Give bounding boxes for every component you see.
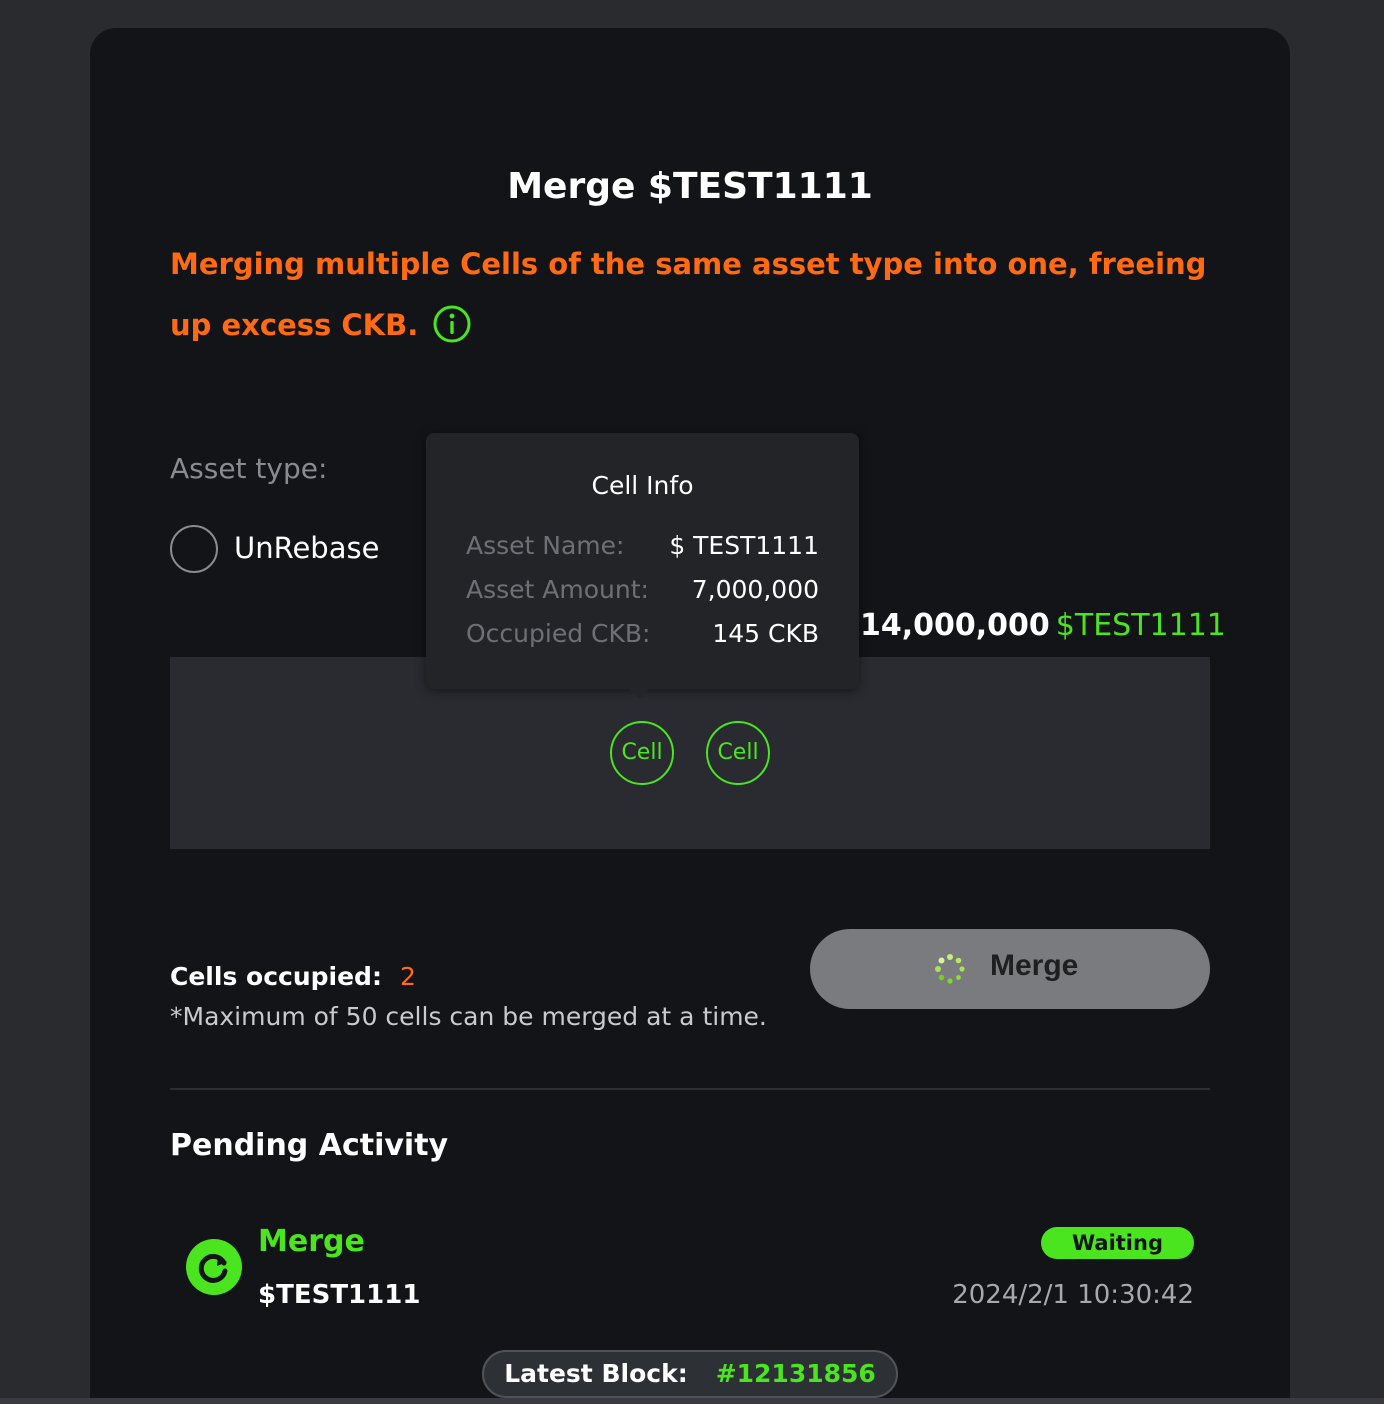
cells-occupied: Cells occupied: 2 <box>170 962 416 991</box>
tooltip-value: $ TEST1111 <box>669 531 819 560</box>
merge-panel: Merge $TEST1111 Merging multiple Cells o… <box>90 28 1290 1404</box>
merge-button-label: Merge <box>990 949 1079 982</box>
merge-button[interactable]: Merge <box>810 929 1210 1009</box>
activity-asset: $TEST1111 <box>258 1280 421 1310</box>
page-title: Merge $TEST1111 <box>507 166 873 207</box>
spinner-icon <box>934 953 966 985</box>
cell-info-tooltip: Cell Info Asset Name: $ TEST1111 Asset A… <box>426 433 859 699</box>
total-amount-symbol: $TEST1111 <box>1055 608 1226 643</box>
latest-block-number: #12131856 <box>715 1359 876 1388</box>
unrebase-radio[interactable] <box>170 525 218 573</box>
activity-name: Merge <box>258 1224 365 1259</box>
status-badge: Waiting <box>1041 1227 1194 1259</box>
tooltip-title: Cell Info <box>591 471 694 500</box>
activity-timestamp: 2024/2/1 10:30:42 <box>952 1280 1194 1310</box>
asset-type-label: Asset type: <box>170 452 328 485</box>
tooltip-key: Asset Name: <box>466 531 625 560</box>
total-amount-value: 14,000,000 <box>860 608 1050 643</box>
tooltip-key: Occupied CKB: <box>466 619 651 648</box>
section-divider <box>170 1088 1210 1090</box>
cells-occupied-label: Cells occupied: <box>170 962 382 991</box>
cells-occupied-count: 2 <box>399 962 416 991</box>
merge-description: Merging multiple Cells of the same asset… <box>170 234 1210 356</box>
max-cells-note: *Maximum of 50 cells can be merged at a … <box>170 1002 767 1031</box>
latest-block-label: Latest Block: <box>504 1359 688 1388</box>
tooltip-value: 7,000,000 <box>691 575 819 604</box>
description-text: Merging multiple Cells of the same asset… <box>170 247 1207 342</box>
tooltip-value: 145 CKB <box>712 619 819 648</box>
pending-activity-title: Pending Activity <box>170 1128 449 1163</box>
latest-block-indicator: Latest Block: #12131856 <box>482 1350 898 1398</box>
unrebase-radio-label[interactable]: UnRebase <box>234 531 379 565</box>
refresh-icon <box>186 1239 242 1295</box>
bottom-edge <box>0 1398 1384 1404</box>
info-icon[interactable] <box>432 304 472 344</box>
tooltip-key: Asset Amount: <box>466 575 649 604</box>
total-amount: 14,000,000 $TEST1111 <box>860 608 1226 643</box>
cell-bubble[interactable]: Cell <box>610 721 674 785</box>
cell-bubble[interactable]: Cell <box>706 721 770 785</box>
